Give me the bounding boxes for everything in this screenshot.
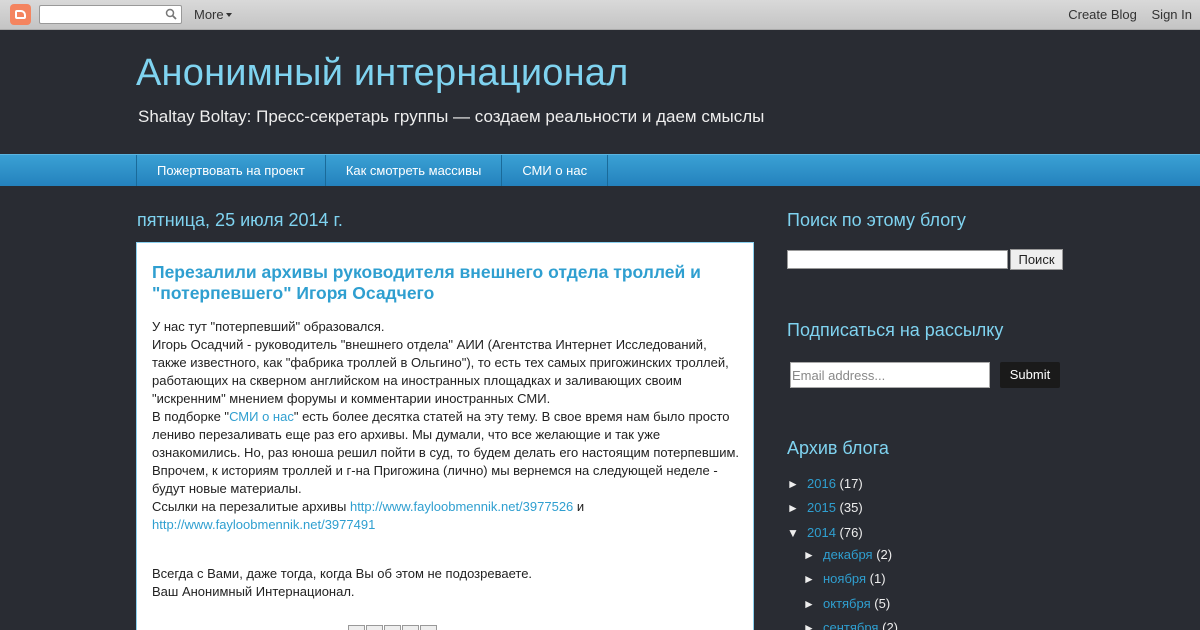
post-paragraph: Игорь Осадчий - руководитель "внешнего о… [152,337,729,406]
expand-toggle-icon[interactable]: ► [803,621,823,630]
archive-month-september[interactable]: ► сентября (2) [803,620,898,630]
post-paragraph: В подборке "СМИ о нас" есть более десятк… [152,409,740,496]
post-title[interactable]: Перезалили архивы руководителя внешнего … [152,262,742,304]
collapse-toggle-icon[interactable]: ▼ [787,526,807,540]
email-input[interactable]: Email address... [790,362,990,388]
more-menu[interactable]: More [194,7,232,22]
search-widget-title: Поиск по этому блогу [787,210,966,230]
caret-down-icon [225,13,232,17]
archive-link-1[interactable]: http://www.fayloobmennik.net/3977526 [350,499,573,514]
search-button[interactable]: Поиск [1010,249,1063,270]
expand-toggle-icon[interactable]: ► [787,477,807,491]
archive-year-2015[interactable]: ► 2015 (35) [787,500,863,515]
blog-title[interactable]: Анонимный интернационал [136,52,628,95]
pages-tab-bar: Пожертвовать на проект Как смотреть масс… [0,154,1200,186]
archive-link-2[interactable]: http://www.fayloobmennik.net/3977491 [152,517,375,532]
tab-donate[interactable]: Пожертвовать на проект [137,155,326,186]
blog-share-icon[interactable] [366,625,383,630]
expand-toggle-icon[interactable]: ► [787,501,807,515]
archive-widget-title: Архив блога [787,438,889,458]
share-buttons [348,625,438,630]
search-icon[interactable] [165,8,177,20]
post-date-header: пятница, 25 июля 2014 г. [137,210,343,230]
archive-year-2016[interactable]: ► 2016 (17) [787,476,863,491]
subscribe-widget-title: Подписаться на рассылку [787,320,1004,340]
blogger-navbar: More Create Blog Sign In [0,0,1200,30]
archive-month-november[interactable]: ► ноября (1) [803,571,886,586]
media-about-us-link[interactable]: СМИ о нас [229,409,294,424]
tab-how-to-view[interactable]: Как смотреть массивы [326,155,503,186]
tab-media-about-us[interactable]: СМИ о нас [502,155,609,186]
post-paragraph: Ваш Анонимный Интернационал. [152,584,355,599]
blog-description: Shaltay Boltay: Пресс-секретарь группы —… [138,107,765,126]
post-paragraph: Ссылки на перезалитые архивы http://www.… [152,499,585,532]
post-card: Перезалили архивы руководителя внешнего … [136,242,754,630]
expand-toggle-icon[interactable]: ► [803,597,823,611]
post-footer [152,625,742,630]
email-share-icon[interactable] [348,625,365,630]
twitter-share-icon[interactable] [384,625,401,630]
archive-month-october[interactable]: ► октября (5) [803,596,890,611]
navbar-search-input[interactable] [39,5,182,24]
facebook-share-icon[interactable] [402,625,419,630]
post-body: У нас тут "потерпевший" образовался. Иго… [152,318,742,601]
blogger-logo-icon[interactable] [10,4,31,25]
sign-in-link[interactable]: Sign In [1152,7,1192,22]
post-paragraph: У нас тут "потерпевший" образовался. [152,319,385,334]
submit-button[interactable]: Submit [1000,362,1060,388]
pinterest-share-icon[interactable] [420,625,437,630]
archive-year-2014[interactable]: ▼ 2014 (76) [787,525,863,540]
expand-toggle-icon[interactable]: ► [803,572,823,586]
more-label: More [194,7,224,22]
blog-search-input[interactable] [787,250,1008,269]
post-paragraph: Всегда с Вами, даже тогда, когда Вы об э… [152,566,533,581]
expand-toggle-icon[interactable]: ► [803,548,823,562]
archive-month-december[interactable]: ► декабря (2) [803,547,892,562]
create-blog-link[interactable]: Create Blog [1068,7,1137,22]
